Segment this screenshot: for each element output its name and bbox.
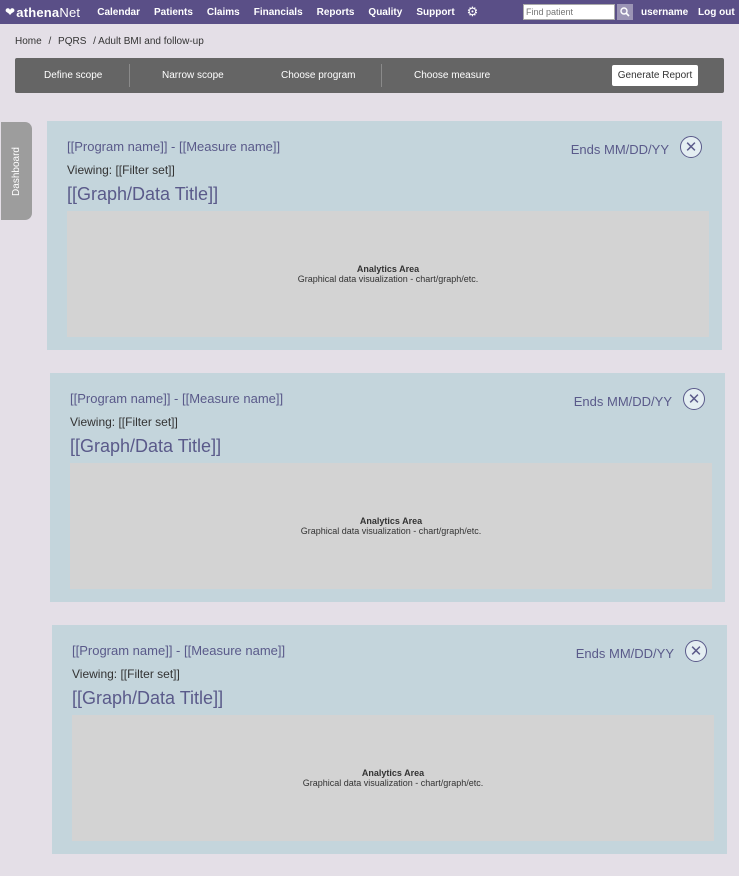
panel-end-date: Ends MM/DD/YY [575,646,674,661]
breadcrumb: Home / PQRS / Adult BMI and follow-up [15,36,208,47]
step-choose-measure[interactable]: Choose measure [414,70,490,81]
nav-support[interactable]: Support [416,7,454,18]
top-nav: ❤ athena Net Calendar Patients Claims Fi… [0,0,739,24]
analytics-subtitle: Graphical data visualization - chart/gra… [302,778,484,788]
analytics-title: Analytics Area [359,516,423,526]
dashboard-tab-label: Dashboard [11,146,23,196]
graph-title: [[Graph/Data Title]] [72,688,224,708]
logout-link[interactable]: Log out [698,7,735,18]
search-icon[interactable] [617,4,633,20]
analytics-area: Analytics Area Graphical data visualizat… [72,715,714,841]
measure-panel: [[Program name]] - [[Measure name]] View… [47,121,722,350]
close-icon[interactable]: ✕ [683,388,705,410]
analytics-area: Analytics Area Graphical data visualizat… [67,211,709,337]
nav-patients[interactable]: Patients [154,7,193,18]
analytics-subtitle: Graphical data visualization - chart/gra… [300,526,482,536]
analytics-title: Analytics Area [356,264,420,274]
step-define-scope[interactable]: Define scope [44,70,102,81]
close-icon[interactable]: ✕ [680,136,702,158]
dashboard-tab[interactable]: Dashboard [1,122,32,220]
nav-financials[interactable]: Financials [254,7,303,18]
panel-filter-set: Viewing: [[Filter set]] [70,415,178,429]
breadcrumb-pqrs[interactable]: PQRS [58,36,86,47]
logo-mark-icon: ❤ [5,5,16,19]
step-divider [129,64,130,87]
logo-text-athena: athena [16,4,60,20]
panel-filter-set: Viewing: [[Filter set]] [67,163,175,177]
step-divider [381,64,382,87]
panel-title: [[Program name]] - [[Measure name]] [70,391,284,406]
panel-end-date: Ends MM/DD/YY [573,394,672,409]
breadcrumb-home[interactable]: Home [15,36,42,47]
nav-quality[interactable]: Quality [368,7,402,18]
username-link[interactable]: username [641,7,688,18]
panel-title: [[Program name]] - [[Measure name]] [67,139,281,154]
breadcrumb-current: / Adult BMI and follow-up [93,36,204,47]
measure-panel: [[Program name]] - [[Measure name]] View… [50,373,725,602]
generate-report-button[interactable]: Generate Report [612,65,698,86]
step-narrow-scope[interactable]: Narrow scope [162,70,224,81]
measure-panel: [[Program name]] - [[Measure name]] View… [52,625,727,854]
analytics-area: Analytics Area Graphical data visualizat… [70,463,712,589]
search-input[interactable] [523,4,615,20]
breadcrumb-separator: / [48,36,52,47]
gear-icon[interactable]: ⚙ [467,4,479,20]
panel-end-date: Ends MM/DD/YY [570,142,669,157]
step-choose-program[interactable]: Choose program [281,70,355,81]
panel-title: [[Program name]] - [[Measure name]] [72,643,286,658]
patient-search [523,4,633,20]
logo-text-net: Net [59,4,81,20]
nav-calendar[interactable]: Calendar [97,7,140,18]
step-bar: Define scope Narrow scope Choose program… [15,58,724,93]
analytics-title: Analytics Area [361,768,425,778]
close-icon[interactable]: ✕ [685,640,707,662]
panel-filter-set: Viewing: [[Filter set]] [72,667,180,681]
nav-reports[interactable]: Reports [317,7,355,18]
graph-title: [[Graph/Data Title]] [67,184,219,204]
nav-claims[interactable]: Claims [207,7,240,18]
analytics-subtitle: Graphical data visualization - chart/gra… [297,274,479,284]
graph-title: [[Graph/Data Title]] [70,436,222,456]
athenanet-logo[interactable]: ❤ athena Net [5,5,80,20]
